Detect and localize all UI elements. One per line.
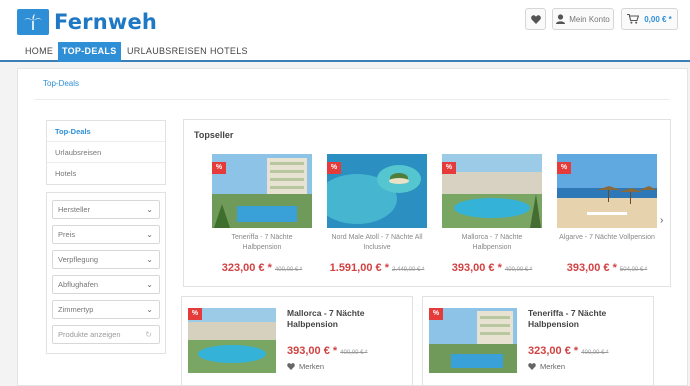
product-name[interactable]: Teneriffa - 7 Nächte Halbpension xyxy=(212,233,312,253)
product-name[interactable]: Teneriffa - 7 Nächte Halbpension xyxy=(528,308,648,330)
product-image-male[interactable]: % xyxy=(327,154,427,228)
product-image-teneriffa[interactable]: % xyxy=(429,308,517,373)
product-name[interactable]: Mallorca - 7 Nächte Halbpension xyxy=(442,233,542,253)
nav-hotels[interactable]: HOTELS xyxy=(206,42,252,62)
discount-badge: % xyxy=(429,308,443,320)
old-price: 400,00 € * xyxy=(274,267,303,273)
nav-home[interactable]: HOME xyxy=(21,42,57,62)
discount-badge: % xyxy=(442,162,456,174)
filter-zimmertyp[interactable]: Zimmertyp ⌄ xyxy=(52,300,160,319)
heart-icon xyxy=(287,363,295,370)
discount-badge: % xyxy=(188,308,202,320)
price: 323,00 € * xyxy=(221,262,272,274)
filter-label: Preis xyxy=(58,230,76,239)
product-price: 393,00 € * 400,00 € * xyxy=(287,341,368,359)
merken-button[interactable]: Merken xyxy=(287,362,324,371)
show-products-button[interactable]: Produkte anzeigen ↻ xyxy=(52,325,160,344)
product-slide[interactable]: % Teneriffa - 7 Nächte Halbpension 323,0… xyxy=(212,154,312,276)
show-products-label: Produkte anzeigen xyxy=(58,330,121,339)
merken-label: Merken xyxy=(299,362,325,371)
product-price: 323,00 € * 400,00 € * xyxy=(212,258,312,276)
topseller-title: Topseller xyxy=(194,130,234,140)
product-image-teneriffa[interactable]: % xyxy=(212,154,312,228)
header: Fernweh Mein Konto 0,00 € * xyxy=(0,0,690,42)
product-slide[interactable]: % Mallorca - 7 Nächte Halbpension 393,00… xyxy=(442,154,542,276)
chevron-down-icon: ⌄ xyxy=(146,205,153,214)
discount-badge: % xyxy=(327,162,341,174)
price: 323,00 € * xyxy=(528,345,579,357)
reload-icon: ↻ xyxy=(145,330,152,339)
content-panel: Top-Deals Top-Deals Urlaubsreisen Hotels… xyxy=(17,68,688,386)
topseller-slider: Topseller % Teneriffa - 7 Nächte Halbpen… xyxy=(183,119,671,287)
filter-label: Verpflegung xyxy=(58,255,99,264)
product-card[interactable]: % Teneriffa - 7 Nächte Halbpension 323,0… xyxy=(422,296,654,386)
breadcrumb-divider xyxy=(34,99,670,100)
heart-icon xyxy=(528,363,536,370)
old-price: 400,00 € * xyxy=(581,350,609,356)
price: 393,00 € * xyxy=(451,262,502,274)
chevron-down-icon: ⌄ xyxy=(146,305,153,314)
discount-badge: % xyxy=(212,162,226,174)
chevron-down-icon: ⌄ xyxy=(146,230,153,239)
product-image-mallorca[interactable]: % xyxy=(442,154,542,228)
sidebar-item-urlaubsreisen[interactable]: Urlaubsreisen xyxy=(47,142,165,163)
nav-urlaubsreisen[interactable]: URLAUBSREISEN xyxy=(123,42,211,62)
account-button[interactable]: Mein Konto xyxy=(552,8,614,30)
product-name[interactable]: Algarve - 7 Nächte Vollpension xyxy=(557,233,657,253)
product-slide[interactable]: % Nord Male Atoll - 7 Nächte All Inclusi… xyxy=(327,154,427,276)
product-price: 1.591,00 € * 2.449,00 € * xyxy=(327,258,427,276)
merken-button[interactable]: Merken xyxy=(528,362,565,371)
chevron-right-icon[interactable]: › xyxy=(660,215,663,226)
old-price: 2.449,00 € * xyxy=(391,267,425,273)
heart-icon xyxy=(530,14,541,24)
filter-label: Hersteller xyxy=(58,205,91,214)
account-label: Mein Konto xyxy=(569,14,610,24)
brand-name: Fernweh xyxy=(54,10,158,34)
filter-preis[interactable]: Preis ⌄ xyxy=(52,225,160,244)
sidebar-categories: Top-Deals Urlaubsreisen Hotels xyxy=(46,120,166,185)
breadcrumb[interactable]: Top-Deals xyxy=(43,79,79,88)
wishlist-button[interactable] xyxy=(525,8,546,30)
old-price: 400,00 € * xyxy=(340,350,368,356)
product-image-mallorca[interactable]: % xyxy=(188,308,276,373)
product-price: 393,00 € * 400,00 € * xyxy=(442,258,542,276)
sidebar-item-hotels[interactable]: Hotels xyxy=(47,163,165,184)
filter-label: Abflughafen xyxy=(58,280,99,289)
filter-abflughafen[interactable]: Abflughafen ⌄ xyxy=(52,275,160,294)
price: 393,00 € * xyxy=(287,345,338,357)
chevron-down-icon: ⌄ xyxy=(146,280,153,289)
filter-verpflegung[interactable]: Verpflegung ⌄ xyxy=(52,250,160,269)
old-price: 400,00 € * xyxy=(504,267,533,273)
user-icon xyxy=(556,14,566,24)
merken-label: Merken xyxy=(540,362,566,371)
price: 393,00 € * xyxy=(566,262,617,274)
old-price: 504,00 € * xyxy=(619,267,648,273)
product-card[interactable]: % Mallorca - 7 Nächte Halbpension 393,00… xyxy=(181,296,413,386)
logo[interactable]: Fernweh xyxy=(17,9,157,35)
product-image-algarve[interactable]: % xyxy=(557,154,657,228)
cart-amount: 0,00 € * xyxy=(644,14,672,24)
sidebar-item-top-deals[interactable]: Top-Deals xyxy=(47,121,165,142)
product-name[interactable]: Nord Male Atoll - 7 Nächte All Inclusive xyxy=(327,233,427,253)
cart-button[interactable]: 0,00 € * xyxy=(621,8,678,30)
chevron-down-icon: ⌄ xyxy=(146,255,153,264)
price: 1.591,00 € * xyxy=(329,262,389,274)
filter-label: Zimmertyp xyxy=(58,305,94,314)
product-slide[interactable]: % Algarve - 7 Nächte Vollpension 393,00 … xyxy=(557,154,657,276)
filter-panel: Hersteller ⌄ Preis ⌄ Verpflegung ⌄ Abflugha… xyxy=(46,192,166,354)
discount-badge: % xyxy=(557,162,571,174)
product-price: 393,00 € * 504,00 € * xyxy=(557,258,657,276)
product-price: 323,00 € * 400,00 € * xyxy=(528,341,609,359)
nav-top-deals[interactable]: TOP-DEALS xyxy=(58,42,121,62)
main-nav: HOME TOP-DEALS URLAUBSREISEN HOTELS xyxy=(0,42,690,62)
filter-hersteller[interactable]: Hersteller ⌄ xyxy=(52,200,160,219)
cart-icon xyxy=(627,14,640,24)
product-name[interactable]: Mallorca - 7 Nächte Halbpension xyxy=(287,308,407,330)
palm-logo-icon xyxy=(17,9,49,35)
